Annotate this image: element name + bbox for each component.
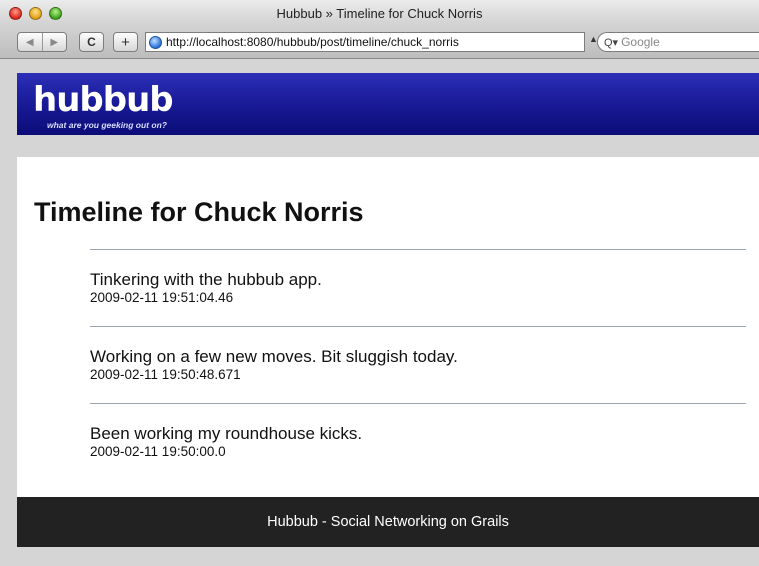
back-arrow-icon: ◀ <box>25 36 34 48</box>
forward-arrow-icon: ▶ <box>50 36 59 48</box>
site-header: hubbub what are you geeking out on? <box>17 73 759 135</box>
address-bar[interactable]: http://localhost:8080/hubbub/post/timeli… <box>145 32 585 52</box>
post-content: Been working my roundhouse kicks. <box>90 424 363 443</box>
search-placeholder: Google <box>621 35 660 49</box>
main-content: Timeline for Chuck Norris Tinkering with… <box>17 157 759 497</box>
post-date: 2009-02-11 19:50:48.671 <box>90 367 241 382</box>
globe-icon <box>149 35 162 49</box>
browser-chrome: Hubbub » Timeline for Chuck Norris ◀ ▶ C… <box>0 0 759 59</box>
post-content: Tinkering with the hubbub app. <box>90 270 322 289</box>
footer-text: Hubbub - Social Networking on Grails <box>267 514 509 530</box>
back-forward-group: ◀ ▶ <box>17 32 67 52</box>
site-tagline: what are you geeking out on? <box>47 120 167 130</box>
back-button[interactable]: ◀ <box>18 33 42 51</box>
page-viewport: hubbub what are you geeking out on? Time… <box>0 59 759 566</box>
browser-window: Hubbub » Timeline for Chuck Norris ◀ ▶ C… <box>0 0 759 566</box>
forward-button[interactable]: ▶ <box>41 33 67 51</box>
post-content: Working on a few new moves. Bit sluggish… <box>90 347 458 366</box>
site-footer: Hubbub - Social Networking on Grails <box>17 497 759 547</box>
address-bar-url: http://localhost:8080/hubbub/post/timeli… <box>166 35 459 49</box>
search-input[interactable]: Q▾ Google <box>597 32 759 52</box>
search-icon: Q▾ <box>604 36 619 49</box>
timeline-post: Working on a few new moves. Bit sluggish… <box>90 326 746 403</box>
add-bookmark-button[interactable]: + <box>113 32 138 52</box>
timeline-post-list: Tinkering with the hubbub app. 2009-02-1… <box>90 249 746 480</box>
reload-icon: C <box>87 35 96 49</box>
timeline-post: Been working my roundhouse kicks. 2009-0… <box>90 403 746 480</box>
window-title: Hubbub » Timeline for Chuck Norris <box>276 6 483 21</box>
page-title: Timeline for Chuck Norris <box>34 197 364 227</box>
reload-button[interactable]: C <box>79 32 104 52</box>
plus-icon: + <box>121 33 130 51</box>
post-date: 2009-02-11 19:50:00.0 <box>90 444 226 459</box>
site-logo[interactable]: hubbub <box>33 83 174 117</box>
timeline-post: Tinkering with the hubbub app. 2009-02-1… <box>90 249 746 326</box>
post-date: 2009-02-11 19:51:04.46 <box>90 290 234 305</box>
